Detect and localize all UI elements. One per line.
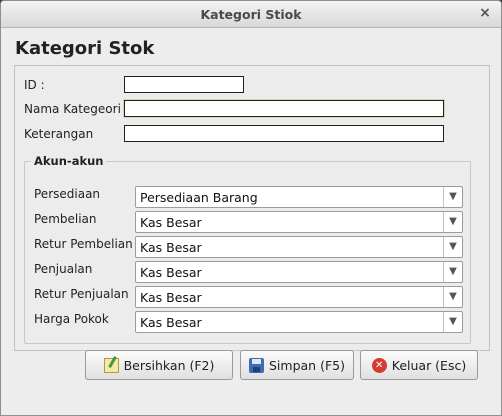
penjualan-label: Penjualan <box>34 262 93 276</box>
exit-button-label: Keluar (Esc) <box>391 357 467 373</box>
pembelian-select-value: Kas Besar <box>140 215 202 230</box>
form-panel: ID : Nama Kategeori Keterangan Akun-akun… <box>14 65 490 351</box>
retur-pembelian-select[interactable]: Kas Besar ▼ <box>135 236 463 258</box>
keterangan-field[interactable] <box>124 125 444 142</box>
retur-penjualan-label: Retur Penjualan <box>34 287 129 301</box>
exit-icon: ✕ <box>371 357 387 373</box>
penjualan-select-value: Kas Besar <box>140 265 202 280</box>
retur-pembelian-label: Retur Pembelian <box>34 237 133 251</box>
chevron-down-icon[interactable]: ▼ <box>443 212 462 232</box>
retur-pembelian-select-value: Kas Besar <box>140 240 202 255</box>
harga-pokok-label: Harga Pokok <box>34 312 109 326</box>
chevron-down-icon[interactable]: ▼ <box>443 262 462 282</box>
id-label: ID : <box>24 78 45 92</box>
harga-pokok-select[interactable]: Kas Besar ▼ <box>135 311 463 333</box>
persediaan-label: Persediaan <box>34 187 101 201</box>
close-icon[interactable]: × <box>477 5 493 21</box>
window-title: Kategori Stiok <box>200 7 302 22</box>
clear-form-icon <box>103 357 119 373</box>
persediaan-select-value: Persediaan Barang <box>140 190 258 205</box>
nama-kategori-label: Nama Kategeori <box>24 102 121 116</box>
harga-pokok-select-value: Kas Besar <box>140 315 202 330</box>
exit-button[interactable]: ✕ Keluar (Esc) <box>360 350 478 380</box>
page-title: Kategori Stok <box>15 38 155 59</box>
clear-button[interactable]: Bersihkan (F2) <box>85 350 233 380</box>
pembelian-label: Pembelian <box>34 212 97 226</box>
persediaan-select[interactable]: Persediaan Barang ▼ <box>135 186 463 208</box>
title-bar[interactable]: Kategori Stiok × <box>1 1 501 28</box>
nama-kategori-field[interactable] <box>124 100 444 117</box>
dialog-window: Kategori Stiok × Kategori Stok ID : Nama… <box>0 0 502 416</box>
id-field[interactable] <box>124 76 244 93</box>
floppy-disk-icon <box>249 357 264 373</box>
chevron-down-icon[interactable]: ▼ <box>443 237 462 257</box>
clear-button-label: Bersihkan (F2) <box>123 357 215 373</box>
penjualan-select[interactable]: Kas Besar ▼ <box>135 261 463 283</box>
keterangan-label: Keterangan <box>24 127 94 141</box>
pembelian-select[interactable]: Kas Besar ▼ <box>135 211 463 233</box>
chevron-down-icon[interactable]: ▼ <box>443 187 462 207</box>
chevron-down-icon[interactable]: ▼ <box>443 312 462 332</box>
save-button-label: Simpan (F5) <box>269 357 345 373</box>
akun-group-legend: Akun-akun <box>31 154 107 168</box>
retur-penjualan-select-value: Kas Besar <box>140 290 202 305</box>
save-button[interactable]: Simpan (F5) <box>240 350 354 380</box>
retur-penjualan-select[interactable]: Kas Besar ▼ <box>135 286 463 308</box>
chevron-down-icon[interactable]: ▼ <box>443 287 462 307</box>
